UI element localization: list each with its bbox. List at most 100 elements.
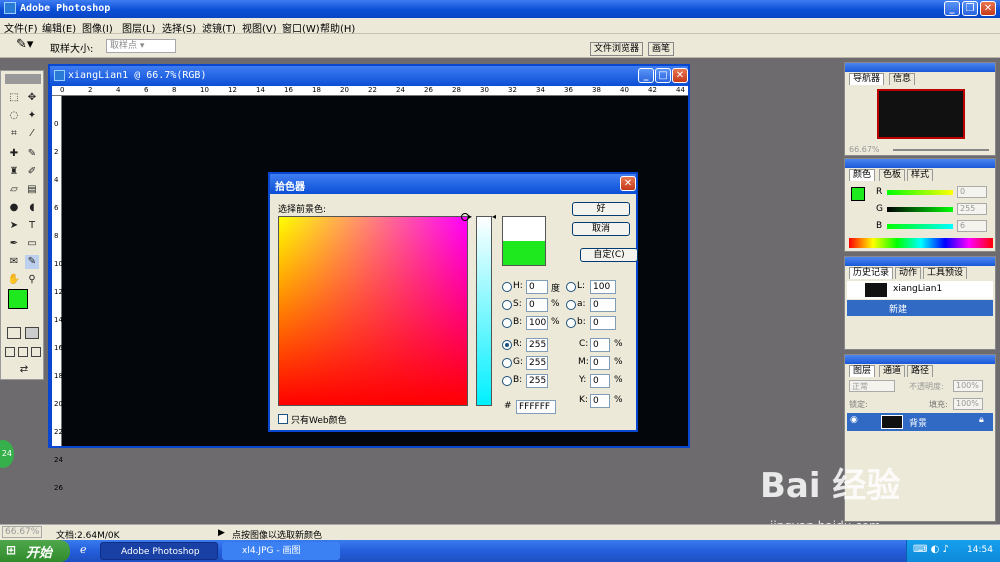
- panel-r-field[interactable]: 0: [957, 186, 987, 198]
- tab-channels[interactable]: 通道: [879, 365, 906, 377]
- color-picker-close-button[interactable]: ✕: [620, 176, 636, 191]
- b-radio[interactable]: [502, 318, 512, 328]
- tab-styles[interactable]: 样式: [907, 169, 934, 181]
- navigator-zoom[interactable]: 66.67%: [849, 145, 880, 154]
- cancel-button[interactable]: 取消: [572, 222, 630, 236]
- lab-b-radio[interactable]: [566, 318, 576, 328]
- tab-navigator[interactable]: 导航器: [849, 73, 885, 85]
- jump-to-imageready-icon[interactable]: ⇄: [9, 363, 39, 377]
- hue-slider-left-arrow-icon[interactable]: ▸: [468, 212, 472, 221]
- l-radio[interactable]: [566, 282, 576, 292]
- tab-swatches[interactable]: 色板: [879, 169, 906, 181]
- menu-filter[interactable]: 滤镜(T): [202, 20, 236, 35]
- eyedropper-tool-icon[interactable]: ✎: [25, 255, 39, 269]
- screen-mode-3-icon[interactable]: [31, 347, 41, 357]
- a-field[interactable]: 0: [590, 298, 616, 312]
- tab-brushes[interactable]: 画笔: [648, 42, 675, 56]
- g-radio[interactable]: [502, 358, 512, 368]
- rgb-b-field[interactable]: 255: [526, 374, 548, 388]
- start-button[interactable]: ⊞ 开始: [0, 540, 70, 562]
- status-zoom[interactable]: 66.67%: [2, 526, 43, 538]
- s-radio[interactable]: [502, 300, 512, 310]
- y-field[interactable]: 0: [590, 374, 610, 388]
- panel-g-field[interactable]: 255: [957, 203, 987, 215]
- eyedropper-icon[interactable]: ✎▾: [16, 37, 33, 52]
- menu-file[interactable]: 文件(F): [4, 20, 38, 35]
- tab-paths[interactable]: 路径: [907, 365, 934, 377]
- h-field[interactable]: 0: [526, 280, 548, 294]
- r-radio[interactable]: [502, 340, 512, 350]
- layer-visibility-eye-icon[interactable]: ◉: [850, 415, 858, 425]
- panel-r-slider[interactable]: [887, 190, 953, 195]
- slice-icon[interactable]: ⁄: [25, 127, 39, 141]
- a-radio[interactable]: [566, 300, 576, 310]
- quick-mask-icon[interactable]: [25, 327, 39, 339]
- doc-minimize-button[interactable]: _: [638, 68, 654, 83]
- notes-icon[interactable]: ✉: [7, 255, 21, 269]
- healing-icon[interactable]: ✚: [7, 147, 21, 161]
- r-field[interactable]: 255: [526, 338, 548, 352]
- color-field[interactable]: [278, 213, 469, 406]
- hand-icon[interactable]: ✋: [7, 273, 21, 287]
- ok-button[interactable]: 好: [572, 202, 630, 216]
- magic-wand-icon[interactable]: ✦: [25, 109, 39, 123]
- close-button[interactable]: ✕: [980, 1, 996, 16]
- opacity-field[interactable]: 100%: [953, 380, 983, 392]
- c-field[interactable]: 0: [590, 338, 610, 352]
- standard-mode-icon[interactable]: [7, 327, 21, 339]
- restore-button[interactable]: ❐: [962, 1, 978, 16]
- gradient-icon[interactable]: ▤: [25, 183, 39, 197]
- panel-g-slider[interactable]: [887, 207, 953, 212]
- s-field[interactable]: 0: [526, 298, 548, 312]
- navigator-zoom-slider[interactable]: [893, 149, 989, 151]
- tray-icons[interactable]: ⌨ ◐ ♪: [913, 544, 949, 555]
- hue-slider-right-arrow-icon[interactable]: ◂: [492, 212, 496, 221]
- hex-field[interactable]: FFFFFF: [516, 400, 556, 414]
- tab-history[interactable]: 历史记录: [849, 267, 894, 279]
- tab-tool-presets[interactable]: 工具预设: [923, 267, 968, 279]
- layer-row[interactable]: ◉ 背景 🔒︎: [847, 413, 993, 431]
- lab-b-field[interactable]: 0: [590, 316, 616, 330]
- custom-button[interactable]: 自定(C): [580, 248, 638, 262]
- l-field[interactable]: 100: [590, 280, 616, 294]
- hue-slider[interactable]: [476, 216, 492, 406]
- web-only-checkbox[interactable]: [278, 414, 288, 424]
- type-icon[interactable]: T: [25, 219, 39, 233]
- menu-image[interactable]: 图像(I): [82, 20, 113, 35]
- history-item[interactable]: 新建: [847, 300, 993, 316]
- panel-b-field[interactable]: 6: [957, 220, 987, 232]
- crop-icon[interactable]: ⌗: [7, 127, 21, 141]
- tab-layers[interactable]: 图层: [849, 365, 876, 377]
- color-ramp[interactable]: [849, 238, 993, 248]
- tab-actions[interactable]: 动作: [895, 267, 922, 279]
- sample-size-select[interactable]: 取样点 ▾: [106, 39, 176, 53]
- eraser-icon[interactable]: ▱: [7, 183, 21, 197]
- foreground-color-swatch[interactable]: [8, 289, 28, 309]
- screen-mode-2-icon[interactable]: [18, 347, 28, 357]
- dodge-icon[interactable]: ◖: [25, 201, 39, 215]
- move-icon[interactable]: ✥: [25, 91, 39, 105]
- path-select-icon[interactable]: ➤: [7, 219, 21, 233]
- history-snapshot-row[interactable]: xiangLian1: [847, 281, 993, 299]
- quicklaunch-ie-icon[interactable]: ℯ: [80, 543, 87, 556]
- history-brush-icon[interactable]: ✐: [25, 165, 39, 179]
- lasso-icon[interactable]: ◌: [7, 109, 21, 123]
- brush-icon[interactable]: ✎: [25, 147, 39, 161]
- minimize-button[interactable]: _: [944, 1, 960, 16]
- menu-layer[interactable]: 图层(L): [122, 20, 155, 35]
- b-field[interactable]: 100: [526, 316, 548, 330]
- panel-b-slider[interactable]: [887, 224, 953, 229]
- panel-foreground-swatch[interactable]: [851, 187, 865, 201]
- h-radio[interactable]: [502, 282, 512, 292]
- k-field[interactable]: 0: [590, 394, 610, 408]
- task-photoshop[interactable]: Adobe Photoshop: [100, 542, 218, 560]
- stamp-icon[interactable]: ♜: [7, 165, 21, 179]
- blend-mode-select[interactable]: 正常: [849, 380, 895, 392]
- task-paint[interactable]: xl4.JPG - 画图: [222, 542, 340, 560]
- tab-file-browser[interactable]: 文件浏览器: [590, 42, 644, 56]
- fill-field[interactable]: 100%: [953, 398, 983, 410]
- tab-info[interactable]: 信息: [889, 73, 916, 85]
- menu-select[interactable]: 选择(S): [162, 20, 196, 35]
- menu-window[interactable]: 窗口(W): [282, 20, 320, 35]
- doc-close-button[interactable]: ✕: [672, 68, 688, 83]
